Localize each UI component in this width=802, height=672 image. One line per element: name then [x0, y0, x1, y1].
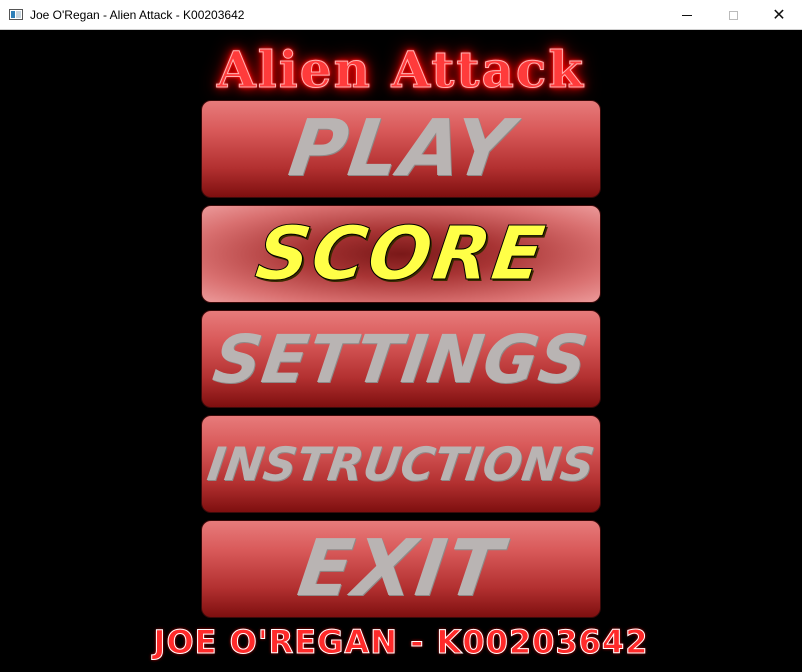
close-button[interactable]: ✕: [756, 0, 802, 30]
minimize-button[interactable]: [664, 0, 710, 30]
score-button[interactable]: SCORE: [201, 205, 601, 303]
window-title: Joe O'Regan - Alien Attack - K00203642: [30, 8, 245, 22]
instructions-button[interactable]: INSTRUCTIONS: [201, 415, 601, 513]
exit-button[interactable]: EXIT: [201, 520, 601, 618]
close-icon: ✕: [772, 5, 786, 24]
game-canvas: Alien Attack PLAY SCORE SETTINGS INSTRUC…: [0, 30, 802, 672]
minimize-icon: [682, 14, 692, 16]
play-button[interactable]: PLAY: [201, 100, 601, 198]
settings-button[interactable]: SETTINGS: [201, 310, 601, 408]
maximize-button[interactable]: [710, 0, 756, 30]
window-titlebar[interactable]: Joe O'Regan - Alien Attack - K00203642 ✕: [0, 0, 802, 30]
author-credits: JOE O'REGAN - K00203642: [153, 623, 649, 662]
game-title: Alien Attack: [217, 40, 585, 100]
maximize-icon: [728, 10, 738, 20]
app-window-icon: [9, 9, 23, 20]
play-button-label: PLAY: [283, 104, 519, 194]
instructions-button-label: INSTRUCTIONS: [204, 437, 598, 491]
exit-button-label: EXIT: [292, 524, 510, 614]
score-button-label: SCORE: [250, 211, 552, 298]
settings-button-label: SETTINGS: [208, 320, 594, 398]
